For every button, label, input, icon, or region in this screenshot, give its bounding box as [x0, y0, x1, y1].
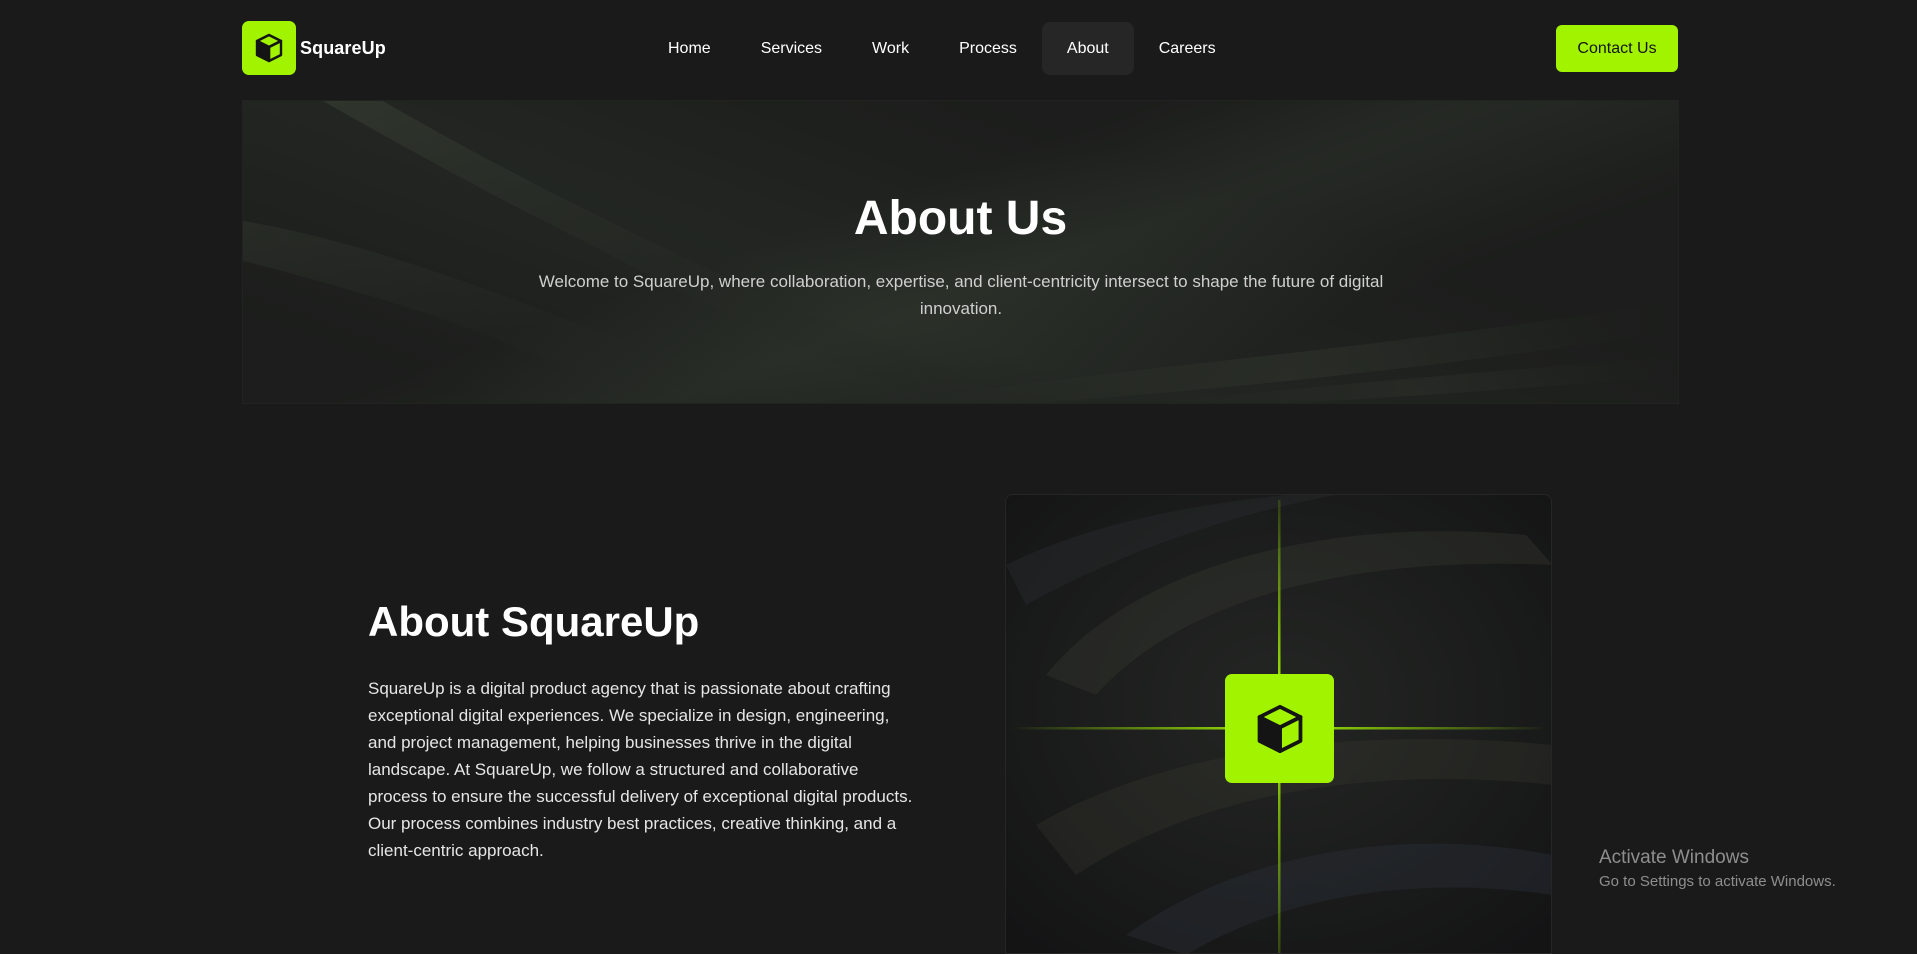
hero-background-texture: [243, 101, 1678, 403]
nav-item-about[interactable]: About: [1041, 22, 1134, 75]
watermark-title: Activate Windows: [1599, 847, 1749, 868]
page-title: About Us: [853, 192, 1068, 245]
nav-item-work[interactable]: Work: [847, 22, 934, 75]
nav-item-process[interactable]: Process: [934, 22, 1042, 75]
about-illustration: [1005, 494, 1552, 954]
hero-banner: About Us Welcome to SquareUp, where coll…: [242, 100, 1679, 404]
brand-name: SquareUp: [300, 37, 386, 58]
logo-link[interactable]: SquareUp: [242, 21, 386, 75]
nav-item-careers[interactable]: Careers: [1134, 22, 1241, 75]
contact-us-button[interactable]: Contact Us: [1556, 25, 1678, 72]
site-header: SquareUp Home Services Work Process Abou…: [0, 0, 1917, 98]
cube-icon: [1225, 674, 1334, 783]
windows-activation-watermark: Activate Windows Go to Settings to activ…: [1599, 846, 1836, 892]
watermark-subtitle: Go to Settings to activate Windows.: [1599, 873, 1836, 890]
about-heading: About SquareUp: [368, 598, 700, 645]
hero-subtitle: Welcome to SquareUp, where collaboration…: [538, 272, 1384, 318]
about-description: SquareUp is a digital product agency tha…: [368, 679, 913, 860]
nav-item-home[interactable]: Home: [643, 22, 736, 75]
cube-icon: [242, 21, 296, 75]
main-nav: Home Services Work Process About Careers: [643, 22, 1241, 75]
nav-item-services[interactable]: Services: [736, 22, 847, 75]
